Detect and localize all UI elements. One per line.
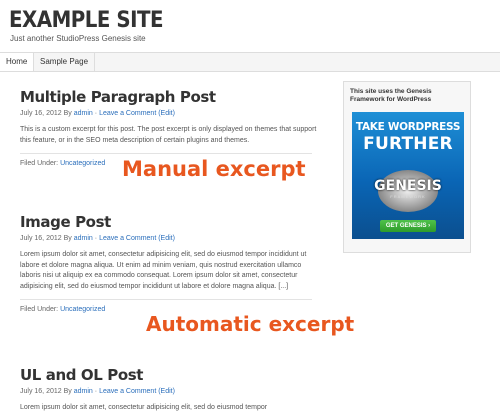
genesis-logo-text: GENESIS [374, 178, 442, 194]
banner-headline: TAKE WORDPRESS [355, 121, 461, 133]
post-title[interactable]: Multiple Paragraph Post [20, 88, 322, 106]
post-meta: July 16, 2012 By admin · Leave a Comment… [20, 110, 322, 117]
filed-under-label: Filed Under: [20, 160, 59, 167]
author-link[interactable]: admin [74, 235, 93, 242]
post-title[interactable]: Image Post [20, 213, 322, 231]
sidebar-widget: This site uses the Genesis Framework for… [343, 81, 471, 253]
genesis-banner[interactable]: TAKE WORDPRESS FURTHER GENESIS FRAMEWORK… [352, 112, 464, 239]
filed-under-label: Filed Under: [20, 306, 59, 313]
meta-separator: · [94, 110, 98, 117]
site-title[interactable]: EXAMPLE SITE [9, 8, 163, 33]
author-link[interactable]: admin [74, 388, 93, 395]
site-header: EXAMPLE SITE Just another StudioPress Ge… [0, 0, 500, 52]
post-meta: July 16, 2012 By admin · Leave a Comment… [20, 235, 322, 242]
widget-text: This site uses the Genesis Framework for… [350, 88, 432, 103]
comment-link[interactable]: Leave a Comment [99, 388, 156, 395]
post-article: Image Post July 16, 2012 By admin · Leav… [20, 213, 322, 313]
genesis-logo-subtext: FRAMEWORK [390, 194, 426, 199]
edit-link[interactable]: (Edit) [158, 110, 175, 117]
post-footer: Filed Under: Uncategorized [20, 299, 312, 313]
comment-link[interactable]: Leave a Comment [99, 235, 156, 242]
arrow-right-icon: › [428, 223, 431, 229]
author-link[interactable]: admin [74, 110, 93, 117]
post-article: Multiple Paragraph Post July 16, 2012 By… [20, 88, 322, 167]
category-link[interactable]: Uncategorized [60, 160, 105, 167]
manual-excerpt-annotation: Manual excerpt [122, 157, 306, 181]
meta-separator: · [94, 235, 98, 242]
site-description: Just another StudioPress Genesis site [10, 34, 146, 43]
post-excerpt: Lorem ipsum dolor sit amet, consectetur … [20, 251, 307, 290]
post-by: By [63, 388, 72, 395]
post-by: By [63, 235, 72, 242]
post-meta: July 16, 2012 By admin · Leave a Comment… [20, 388, 322, 395]
get-genesis-label: GET GENESIS [385, 223, 427, 229]
post-excerpt: This is a custom excerpt for this post. … [20, 126, 317, 144]
banner-subheadline: FURTHER [363, 134, 453, 154]
post-date: July 16, 2012 [20, 110, 62, 117]
post-excerpt: Lorem ipsum dolor sit amet, consectetur … [20, 404, 268, 411]
category-link[interactable]: Uncategorized [60, 306, 105, 313]
post-title[interactable]: UL and OL Post [20, 366, 322, 384]
meta-separator: · [94, 388, 98, 395]
edit-link[interactable]: (Edit) [158, 235, 175, 242]
nav-item-sample-page[interactable]: Sample Page [34, 53, 96, 71]
post-date: July 16, 2012 [20, 388, 62, 395]
edit-link[interactable]: (Edit) [158, 388, 175, 395]
automatic-excerpt-annotation: Automatic excerpt [146, 312, 355, 336]
post-article: UL and OL Post July 16, 2012 By admin · … [20, 366, 322, 414]
post-date: July 16, 2012 [20, 235, 62, 242]
get-genesis-button[interactable]: GET GENESIS › [380, 220, 436, 232]
main-nav: Home Sample Page [0, 52, 500, 72]
nav-item-home[interactable]: Home [0, 53, 35, 71]
comment-link[interactable]: Leave a Comment [99, 110, 156, 117]
post-by: By [63, 110, 72, 117]
